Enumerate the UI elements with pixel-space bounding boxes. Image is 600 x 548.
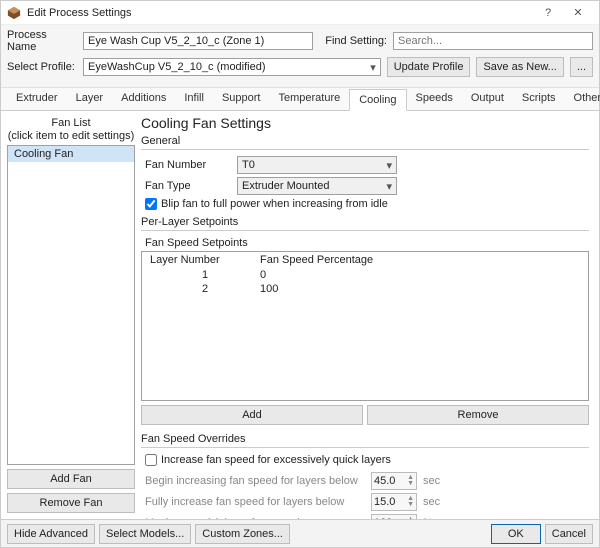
- setpoints-buttons: Add Remove: [141, 405, 589, 425]
- remove-setpoint-button[interactable]: Remove: [367, 405, 589, 425]
- close-button[interactable]: ✕: [563, 6, 593, 19]
- override-enable-row[interactable]: Increase fan speed for excessively quick…: [145, 454, 589, 466]
- divider: [141, 447, 589, 448]
- fan-number-label: Fan Number: [145, 159, 231, 171]
- fan-list[interactable]: Cooling Fan: [7, 145, 135, 465]
- footer: Hide Advanced Select Models... Custom Zo…: [1, 519, 599, 547]
- chevron-down-icon: ▾: [370, 61, 376, 74]
- remove-fan-button[interactable]: Remove Fan: [7, 493, 135, 513]
- fan-list-header: Fan List (click item to edit settings): [7, 117, 135, 143]
- more-button[interactable]: ...: [570, 57, 593, 77]
- titlebar: Edit Process Settings ? ✕: [1, 1, 599, 25]
- select-profile-label: Select Profile:: [7, 61, 77, 73]
- fan-number-select[interactable]: T0 ▾: [237, 156, 397, 174]
- divider: [141, 230, 589, 231]
- tabs: ExtruderLayerAdditionsInfillSupportTempe…: [1, 88, 599, 111]
- override-enable-label: Increase fan speed for excessively quick…: [161, 454, 391, 466]
- tab-scripts[interactable]: Scripts: [513, 88, 565, 110]
- table-row[interactable]: 10: [142, 268, 588, 282]
- per-layer-group-title: Per-Layer Setpoints: [141, 216, 589, 228]
- chevron-down-icon: ▾: [386, 159, 392, 172]
- process-name-row: Process Name Find Setting:: [7, 29, 593, 53]
- chevron-down-icon: ▾: [386, 180, 392, 193]
- tab-output[interactable]: Output: [462, 88, 513, 110]
- override-begin-label: Begin increasing fan speed for layers be…: [145, 475, 365, 487]
- fan-type-label: Fan Type: [145, 180, 231, 192]
- override-full-spin[interactable]: 15.0▲▼: [371, 493, 417, 511]
- process-name-input[interactable]: [83, 32, 313, 50]
- tab-cooling[interactable]: Cooling: [349, 89, 406, 111]
- app-icon: [7, 6, 21, 20]
- add-fan-button[interactable]: Add Fan: [7, 469, 135, 489]
- fan-list-panel: Fan List (click item to edit settings) C…: [1, 111, 141, 519]
- setpoints-label: Fan Speed Setpoints: [145, 237, 589, 249]
- spin-arrows-icon: ▲▼: [407, 475, 414, 487]
- fan-type-select[interactable]: Extruder Mounted ▾: [237, 177, 397, 195]
- select-profile-row: Select Profile: EyeWashCup V5_2_10_c (mo…: [7, 57, 593, 77]
- add-setpoint-button[interactable]: Add: [141, 405, 363, 425]
- spin-arrows-icon: ▲▼: [407, 496, 414, 508]
- override-begin-row: Begin increasing fan speed for layers be…: [145, 472, 589, 490]
- tab-extruder[interactable]: Extruder: [7, 88, 67, 110]
- tab-speeds[interactable]: Speeds: [407, 88, 462, 110]
- override-full-label: Fully increase fan speed for layers belo…: [145, 496, 365, 508]
- tab-temperature[interactable]: Temperature: [269, 88, 349, 110]
- help-button[interactable]: ?: [533, 7, 563, 19]
- tab-layer[interactable]: Layer: [67, 88, 113, 110]
- fan-number-row: Fan Number T0 ▾: [145, 156, 589, 174]
- fan-list-title: Fan List: [7, 117, 135, 130]
- ok-button[interactable]: OK: [491, 524, 541, 544]
- fan-type-row: Fan Type Extruder Mounted ▾: [145, 177, 589, 195]
- tab-infill[interactable]: Infill: [175, 88, 213, 110]
- tab-support[interactable]: Support: [213, 88, 270, 110]
- save-as-new-button[interactable]: Save as New...: [476, 57, 563, 77]
- find-setting-label: Find Setting:: [325, 35, 387, 47]
- cancel-button[interactable]: Cancel: [545, 524, 593, 544]
- process-name-label: Process Name: [7, 29, 77, 53]
- overrides-group: Begin increasing fan speed for layers be…: [141, 472, 589, 519]
- general-group-title: General: [141, 135, 589, 147]
- panel-title: Cooling Fan Settings: [141, 115, 589, 131]
- fan-type-value: Extruder Mounted: [242, 180, 329, 192]
- find-setting-input[interactable]: [393, 32, 593, 50]
- override-full-unit: sec: [423, 496, 440, 508]
- fan-list-item[interactable]: Cooling Fan: [8, 146, 134, 162]
- divider: [141, 149, 589, 150]
- cooling-panel: Cooling Fan Settings General Fan Number …: [141, 111, 599, 519]
- profile-select[interactable]: EyeWashCup V5_2_10_c (modified) ▾: [83, 58, 381, 76]
- setpoints-table[interactable]: Layer NumberFan Speed Percentage 102100: [141, 251, 589, 401]
- tab-other[interactable]: Other: [565, 88, 600, 110]
- update-profile-button[interactable]: Update Profile: [387, 57, 471, 77]
- fan-list-subtitle: (click item to edit settings): [7, 130, 135, 143]
- fan-number-value: T0: [242, 159, 255, 171]
- override-begin-unit: sec: [423, 475, 440, 487]
- blip-checkbox-row[interactable]: Blip fan to full power when increasing f…: [145, 198, 589, 210]
- table-row[interactable]: 2100: [142, 282, 588, 296]
- tab-additions[interactable]: Additions: [112, 88, 175, 110]
- overrides-group-title: Fan Speed Overrides: [141, 433, 589, 445]
- col-fan-speed: Fan Speed Percentage: [260, 254, 580, 266]
- hide-advanced-button[interactable]: Hide Advanced: [7, 524, 95, 544]
- override-begin-spin[interactable]: 45.0▲▼: [371, 472, 417, 490]
- select-models-button[interactable]: Select Models...: [99, 524, 191, 544]
- edit-process-settings-window: Edit Process Settings ? ✕ Process Name F…: [0, 0, 600, 548]
- blip-checkbox[interactable]: [145, 198, 157, 210]
- override-full-row: Fully increase fan speed for layers belo…: [145, 493, 589, 511]
- profile-select-value: EyeWashCup V5_2_10_c (modified): [88, 61, 266, 73]
- body: Fan List (click item to edit settings) C…: [1, 111, 599, 519]
- window-title: Edit Process Settings: [27, 7, 533, 19]
- col-layer-number: Layer Number: [150, 254, 260, 266]
- header-form: Process Name Find Setting: Select Profil…: [1, 25, 599, 88]
- custom-zones-button[interactable]: Custom Zones...: [195, 524, 290, 544]
- blip-label: Blip fan to full power when increasing f…: [161, 198, 388, 210]
- override-enable-checkbox[interactable]: [145, 454, 157, 466]
